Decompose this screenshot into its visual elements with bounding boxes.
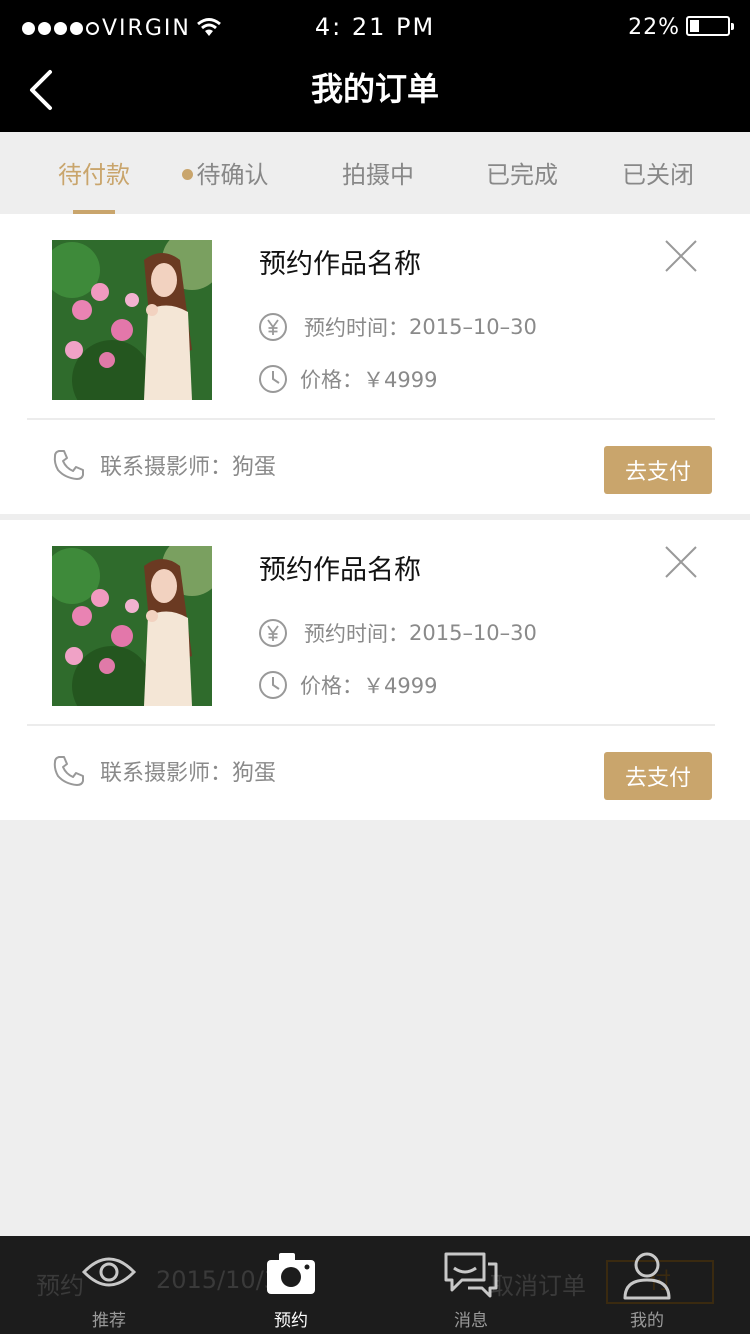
yen-icon: [259, 313, 287, 341]
booking-time-row: 预约时间： 2015–10–30: [258, 312, 537, 342]
order-card: 预约作品名称 预约时间： 2015–10–30 价格： ￥4999 联系摄影师：…: [0, 520, 750, 820]
battery-icon: [686, 16, 734, 36]
chat-icon: [444, 1252, 498, 1298]
booking-time-value: 2015–10–30: [409, 315, 537, 339]
tab-label: 已完成: [486, 161, 558, 189]
status-bar: VIRGIN 4: 21 PM 22%: [0, 0, 750, 56]
tab-shooting[interactable]: 拍摄中: [328, 132, 428, 214]
yen-icon: [259, 619, 287, 647]
booking-time-row: 预约时间： 2015–10–30: [258, 618, 537, 648]
tab-label: 待确认: [196, 161, 269, 189]
eye-icon: [81, 1257, 137, 1287]
pay-button[interactable]: 去支付: [604, 752, 712, 800]
booking-time-value: 2015–10–30: [409, 621, 537, 645]
divider: [27, 724, 715, 726]
order-title: 预约作品名称: [259, 555, 421, 586]
nav-mine[interactable]: 我的: [592, 1236, 702, 1334]
bottom-tab-bar: 预约 2015/10/3 取消订单 付 推荐 预约 消息 我的: [0, 1236, 750, 1334]
camera-icon: [267, 1253, 315, 1294]
order-thumbnail[interactable]: [52, 546, 212, 706]
nav-messages[interactable]: 消息: [416, 1236, 526, 1334]
nav-label: 推荐: [92, 1311, 126, 1331]
order-title: 预约作品名称: [259, 249, 421, 280]
top-bar: VIRGIN 4: 21 PM 22% 我的订单: [0, 0, 750, 132]
clock-icon: [259, 671, 287, 699]
nav-label: 我的: [630, 1311, 664, 1331]
notification-dot: [181, 168, 193, 180]
nav-label: 预约: [274, 1311, 308, 1331]
tab-label: 待付款: [58, 161, 130, 189]
booking-time-label: 预约时间：: [304, 622, 409, 646]
booking-time-label: 预约时间：: [304, 316, 409, 340]
nav-label: 消息: [454, 1311, 488, 1331]
user-icon: [623, 1252, 671, 1300]
nav-booking[interactable]: 预约: [236, 1236, 346, 1334]
tab-pending-confirm[interactable]: 待确认: [170, 132, 280, 214]
clock-icon: [259, 365, 287, 393]
photographer-name: 狗蛋: [232, 455, 277, 480]
close-icon[interactable]: [664, 545, 698, 579]
contact-label: 联系摄影师：: [100, 455, 233, 480]
contact-photographer[interactable]: 联系摄影师： 狗蛋: [52, 754, 276, 788]
contact-photographer[interactable]: 联系摄影师： 狗蛋: [52, 448, 276, 482]
divider: [27, 418, 715, 420]
price-row: 价格： ￥4999: [258, 670, 437, 700]
order-status-tabs: 待付款 待确认 拍摄中 已完成 已关闭: [0, 132, 750, 214]
page-title: 我的订单: [310, 70, 439, 108]
tab-closed[interactable]: 已关闭: [608, 132, 708, 214]
price-value: ￥4999: [363, 368, 438, 392]
battery-percent: 22%: [628, 15, 680, 40]
tab-label: 已关闭: [622, 161, 694, 189]
order-thumbnail[interactable]: [52, 240, 212, 400]
price-label: 价格：: [300, 368, 363, 392]
photographer-name: 狗蛋: [232, 761, 277, 786]
tab-label: 拍摄中: [342, 161, 414, 189]
pay-button[interactable]: 去支付: [604, 446, 712, 494]
tab-pending-payment[interactable]: 待付款: [44, 132, 144, 214]
contact-label: 联系摄影师：: [100, 761, 233, 786]
phone-icon: [53, 450, 84, 480]
phone-icon: [53, 756, 84, 786]
nav-recommend[interactable]: 推荐: [54, 1236, 164, 1334]
close-icon[interactable]: [664, 239, 698, 273]
price-row: 价格： ￥4999: [258, 364, 437, 394]
tab-completed[interactable]: 已完成: [472, 132, 572, 214]
order-card: 预约作品名称 预约时间： 2015–10–30 价格： ￥4999 联系摄影师：…: [0, 214, 750, 514]
price-label: 价格：: [300, 674, 363, 698]
price-value: ￥4999: [363, 674, 438, 698]
